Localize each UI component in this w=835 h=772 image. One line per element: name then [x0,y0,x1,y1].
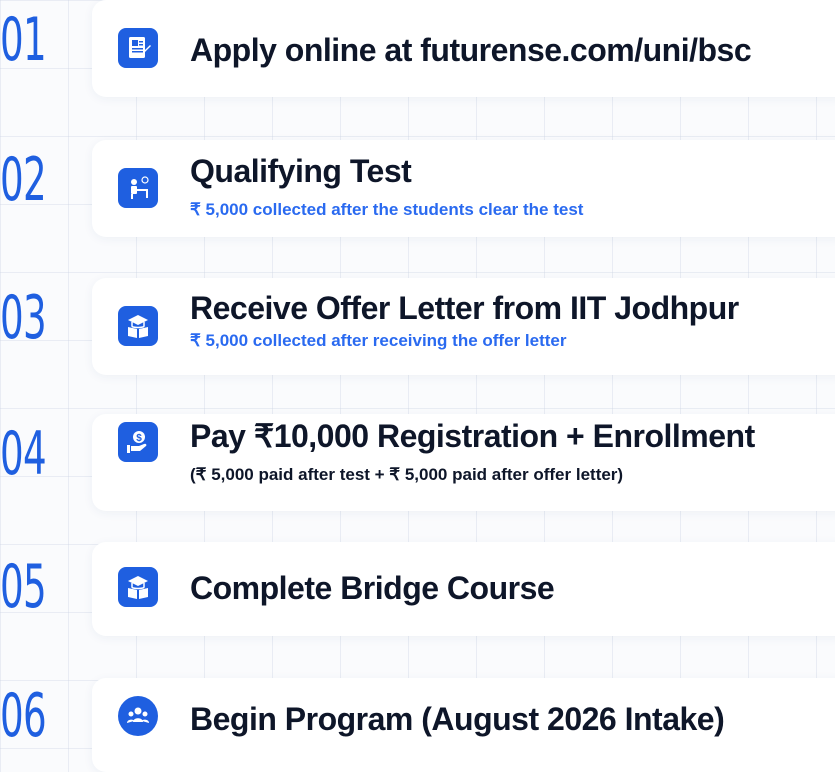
group-people-icon [118,696,158,736]
graduation-book-icon [118,306,158,346]
step-title: Qualifying Test [190,153,412,189]
step-number: 01 [0,5,47,75]
step-title: Complete Bridge Course [190,570,555,606]
application-form-icon [118,28,158,68]
payment-hand-icon: $ [118,422,158,462]
step-subtitle: ₹ 5,000 collected after the students cle… [190,200,584,219]
step-number: 02 [0,145,47,215]
step-number: 05 [0,552,47,622]
step-number: 06 [0,681,47,751]
graduation-book-icon [118,567,158,607]
step-title: Apply online at futurense.com/uni/bsc [190,32,752,68]
step-title: Begin Program (August 2026 Intake) [190,701,725,737]
step-number: 03 [0,283,47,353]
step-title: Pay ₹10,000 Registration + Enrollment [190,418,755,454]
step-subtitle: ₹ 5,000 collected after receiving the of… [190,331,567,350]
svg-text:$: $ [136,433,142,444]
step-title: Receive Offer Letter from IIT Jodhpur [190,290,739,326]
student-test-icon [118,168,158,208]
step-subtitle: (₹ 5,000 paid after test + ₹ 5,000 paid … [190,465,624,484]
step-number: 04 [0,419,47,489]
